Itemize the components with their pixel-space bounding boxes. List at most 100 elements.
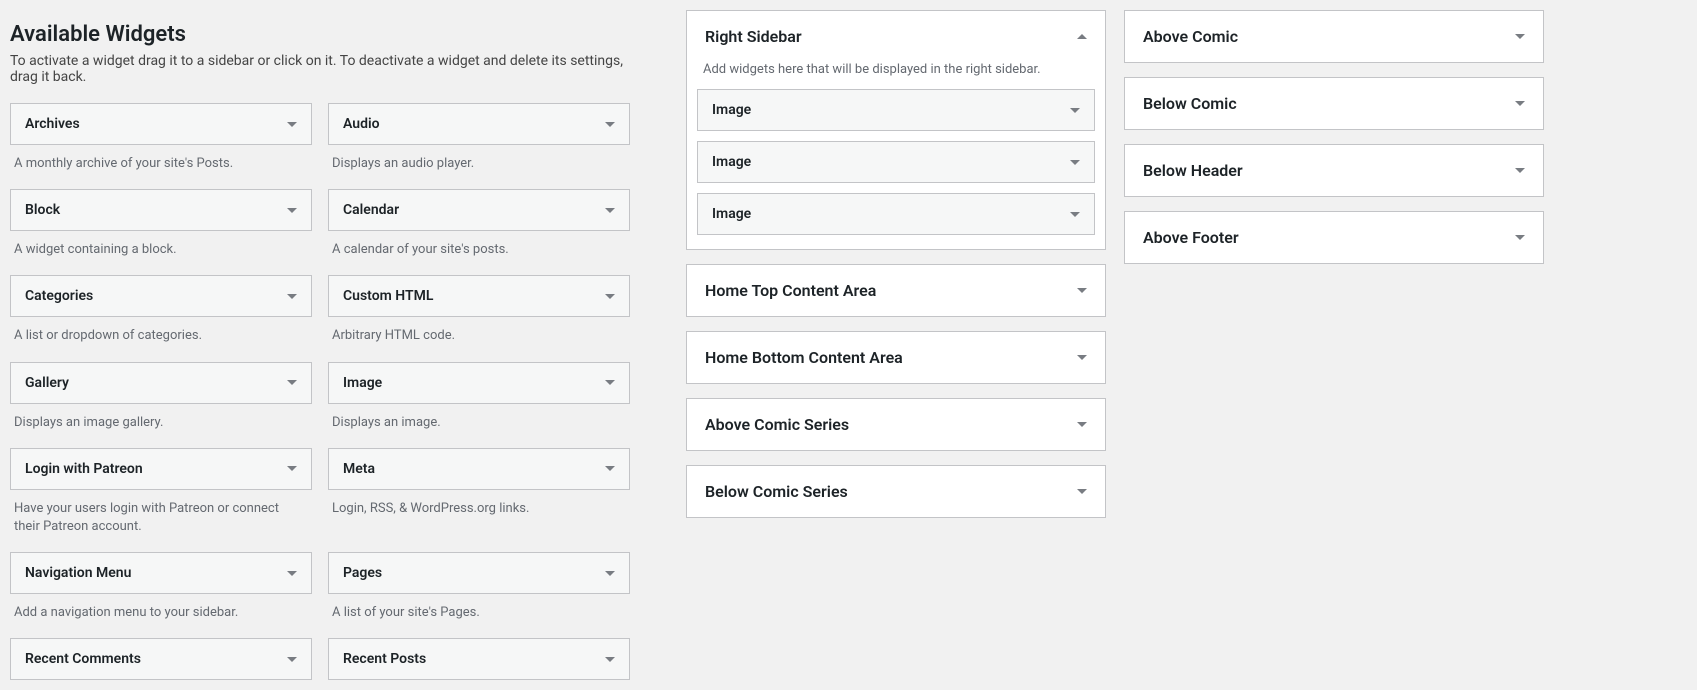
available-widget[interactable]: Calendar [328,189,630,231]
sidebar-panel-header[interactable]: Above Comic [1125,11,1543,62]
available-widget[interactable]: Pages [328,552,630,594]
chevron-down-icon [605,380,615,385]
sidebar-panel-header[interactable]: Right Sidebar [687,11,1105,62]
sidebar-panel: Above Comic Series [686,398,1106,451]
sidebar-panel-title: Home Top Content Area [705,281,876,300]
widget-description: A widget containing a block. [14,241,308,259]
chevron-down-icon [605,208,615,213]
available-widget[interactable]: Recent Comments [10,638,312,680]
chevron-down-icon [287,657,297,662]
sidebar-panel: Below Comic Series [686,465,1106,518]
widget-description: Displays an image. [332,414,626,432]
placed-widget-title: Image [712,154,751,170]
available-widget[interactable]: Gallery [10,362,312,404]
available-widget[interactable]: Audio [328,103,630,145]
widget-description: Add a navigation menu to your sidebar. [14,604,308,622]
available-widget[interactable]: Categories [10,275,312,317]
widget-title: Custom HTML [343,288,433,304]
available-widget[interactable]: Recent Posts [328,638,630,680]
chevron-down-icon [1077,355,1087,360]
widget-description: Have your users login with Patreon or co… [14,500,308,536]
chevron-down-icon [287,571,297,576]
sidebar-panel-title: Below Comic [1143,94,1237,113]
available-widgets-title: Available Widgets [10,22,630,47]
widget-title: Calendar [343,202,399,218]
sidebar-panel-header[interactable]: Home Bottom Content Area [687,332,1105,383]
chevron-down-icon [1515,235,1525,240]
widget-description: Arbitrary HTML code. [332,327,626,345]
sidebar-panel-header[interactable]: Below Header [1125,145,1543,196]
chevron-down-icon [287,122,297,127]
available-widget[interactable]: Navigation Menu [10,552,312,594]
available-widget[interactable]: Archives [10,103,312,145]
chevron-up-icon [1077,34,1087,39]
widget-description: A monthly archive of your site's Posts. [14,155,308,173]
placed-widget[interactable]: Image [697,89,1095,131]
chevron-down-icon [605,657,615,662]
widget-title: Navigation Menu [25,565,131,581]
available-widget[interactable]: Image [328,362,630,404]
sidebars-column-2: Above Comic Below Comic Below Header Above … [1124,10,1544,278]
placed-widget[interactable]: Image [697,141,1095,183]
chevron-down-icon [605,571,615,576]
sidebar-panel-title: Home Bottom Content Area [705,348,903,367]
available-widget[interactable]: Custom HTML [328,275,630,317]
placed-widget-title: Image [712,206,751,222]
widget-title: Login with Patreon [25,461,143,477]
sidebar-panel-title: Right Sidebar [705,27,802,46]
chevron-down-icon [605,122,615,127]
chevron-down-icon [1515,168,1525,173]
chevron-down-icon [287,380,297,385]
widget-title: Recent Comments [25,651,141,667]
chevron-down-icon [1515,101,1525,106]
widget-description: A calendar of your site's posts. [332,241,626,259]
available-widget[interactable]: Login with Patreon [10,448,312,490]
chevron-down-icon [287,466,297,471]
sidebar-panel: Home Bottom Content Area [686,331,1106,384]
chevron-down-icon [1077,422,1087,427]
widget-title: Categories [25,288,93,304]
sidebar-panel: Above Footer [1124,211,1544,264]
widget-description: A list or dropdown of categories. [14,327,308,345]
widget-title: Pages [343,565,382,581]
sidebar-panel-header[interactable]: Below Comic [1125,78,1543,129]
widget-title: Archives [25,116,80,132]
widget-title: Recent Posts [343,651,426,667]
chevron-down-icon [287,208,297,213]
sidebar-panel-hint: Add widgets here that will be displayed … [703,62,1089,77]
chevron-down-icon [1070,108,1080,113]
chevron-down-icon [1077,489,1087,494]
widget-title: Gallery [25,375,69,391]
sidebar-panel: Below Header [1124,144,1544,197]
chevron-down-icon [1070,212,1080,217]
sidebar-panel-body[interactable]: Add widgets here that will be displayed … [687,62,1105,249]
sidebar-panel-header[interactable]: Above Footer [1125,212,1543,263]
available-widget[interactable]: Block [10,189,312,231]
sidebar-panel: Right Sidebar Add widgets here that will … [686,10,1106,250]
available-widgets-grid: Archives A monthly archive of your site's… [10,103,630,680]
sidebar-panel-header[interactable]: Above Comic Series [687,399,1105,450]
chevron-down-icon [287,294,297,299]
sidebar-panel: Below Comic [1124,77,1544,130]
sidebar-panel-title: Above Comic [1143,27,1238,46]
sidebar-panel-title: Below Comic Series [705,482,848,501]
widget-title: Block [25,202,60,218]
widget-description: A list of your site's Pages. [332,604,626,622]
sidebar-panel: Home Top Content Area [686,264,1106,317]
sidebars-column-1: Right Sidebar Add widgets here that will … [686,10,1106,532]
widget-title: Meta [343,461,375,477]
sidebar-panel-title: Above Comic Series [705,415,849,434]
widget-description: Login, RSS, & WordPress.org links. [332,500,626,518]
chevron-down-icon [605,466,615,471]
chevron-down-icon [1070,160,1080,165]
sidebar-panel-title: Above Footer [1143,228,1239,247]
chevron-down-icon [1515,34,1525,39]
placed-widget[interactable]: Image [697,193,1095,235]
available-widget[interactable]: Meta [328,448,630,490]
chevron-down-icon [1077,288,1087,293]
widget-description: Displays an image gallery. [14,414,308,432]
sidebar-panel-header[interactable]: Below Comic Series [687,466,1105,517]
sidebar-panel-header[interactable]: Home Top Content Area [687,265,1105,316]
sidebar-panel-title: Below Header [1143,161,1243,180]
sidebar-panel: Above Comic [1124,10,1544,63]
